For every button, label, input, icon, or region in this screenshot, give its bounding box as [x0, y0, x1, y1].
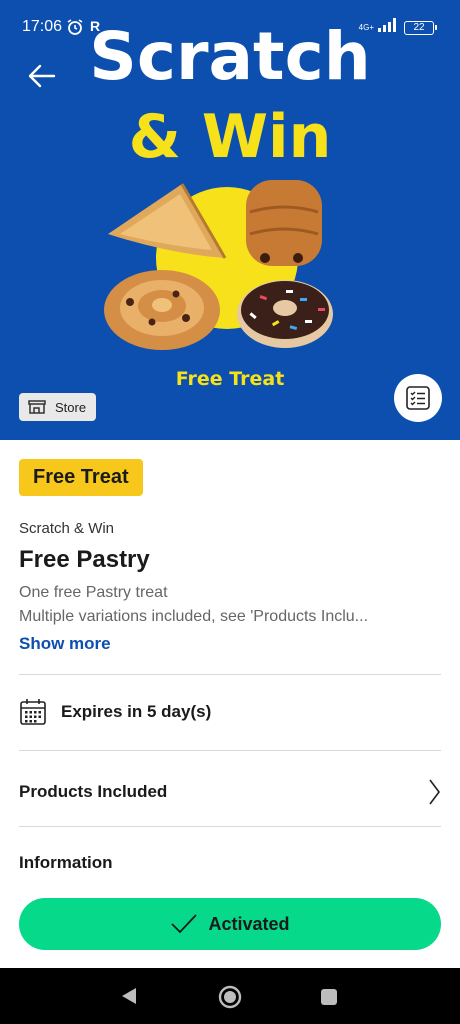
- expiry-row: Expires in 5 day(s): [19, 698, 211, 726]
- offer-description-line1: One free Pastry treat: [19, 584, 168, 601]
- nav-home-icon[interactable]: [218, 985, 242, 1009]
- chevron-right-icon: [429, 779, 440, 805]
- divider: [19, 674, 441, 675]
- divider: [19, 826, 441, 827]
- status-bar: 17:06 R 4G+ 22: [0, 0, 460, 56]
- divider: [19, 750, 441, 751]
- signal-icon: [378, 18, 396, 37]
- offer-list-button[interactable]: [394, 374, 442, 422]
- hero-banner: Scratch & Win Free Treat 17:06 R 4G+ 22 …: [0, 0, 460, 440]
- sprinkle-donut: [237, 280, 333, 348]
- battery-icon: 22: [404, 20, 437, 35]
- activated-label: Activated: [208, 913, 290, 934]
- offer-badge: Free Treat: [19, 459, 143, 496]
- pastry-illustration: [104, 180, 333, 350]
- back-arrow-icon: [28, 64, 56, 88]
- raisin-swirl: [104, 270, 220, 350]
- store-label: Store: [55, 399, 87, 415]
- nav-recents-icon[interactable]: [320, 988, 338, 1006]
- store-icon: [28, 400, 46, 414]
- offer-category: Scratch & Win: [19, 520, 115, 537]
- checkmark-icon: [171, 914, 198, 934]
- nav-back-icon[interactable]: [121, 987, 137, 1005]
- products-included-row[interactable]: Products Included: [19, 777, 441, 807]
- store-chip[interactable]: Store: [19, 393, 97, 421]
- system-navigation-bar: [0, 968, 460, 1024]
- show-more-link[interactable]: Show more: [19, 634, 111, 654]
- products-included-label: Products Included: [19, 782, 168, 801]
- checklist-icon: [406, 386, 430, 410]
- calendar-icon: [20, 699, 46, 725]
- information-heading: Information: [19, 853, 113, 872]
- turnover-pastry: [108, 183, 227, 259]
- activated-button[interactable]: Activated: [19, 898, 441, 950]
- alarm-clock-icon: [66, 18, 84, 41]
- status-indicators: 4G+ 22: [358, 18, 437, 37]
- back-button[interactable]: [24, 58, 60, 94]
- expiry-text: Expires in 5 day(s): [61, 702, 212, 721]
- status-time: 17:06: [22, 18, 63, 35]
- network-type: 4G+: [358, 22, 374, 32]
- status-carrier-mark: R: [90, 18, 101, 34]
- hero-subtitle: Free Treat: [175, 368, 285, 390]
- hero-title-line2: & Win: [128, 102, 332, 172]
- offer-title: Free Pastry: [19, 546, 150, 573]
- offer-description-line2: Multiple variations included, see 'Produ…: [19, 608, 369, 625]
- pain-au-chocolat: [246, 180, 322, 266]
